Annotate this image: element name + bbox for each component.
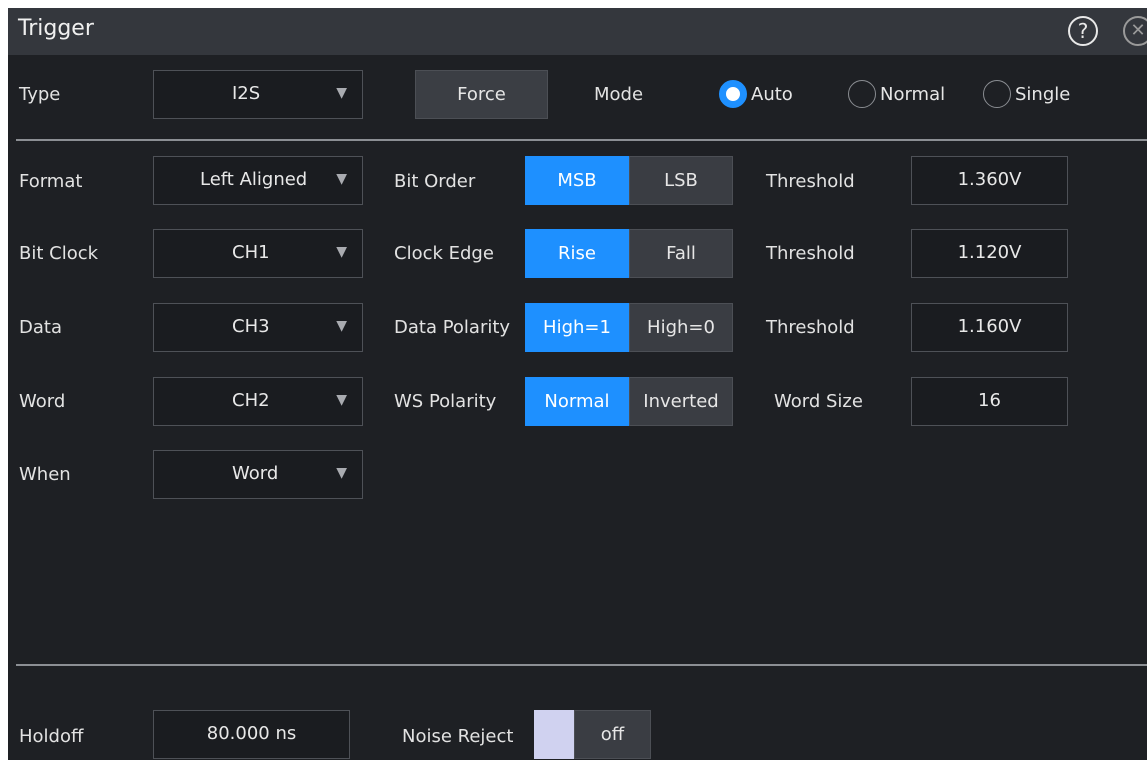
type-select[interactable]: I2S ▼	[153, 70, 363, 119]
radio-selected-icon	[719, 80, 747, 108]
mode-radio-auto[interactable]: Auto	[719, 80, 793, 108]
radio-unselected-icon	[848, 80, 876, 108]
mode-label: Mode	[594, 84, 644, 105]
trigger-dialog: Trigger ? ✕ Type I2S ▼ Force Mode Auto N…	[8, 8, 1147, 760]
divider	[16, 139, 1147, 141]
clock-edge-label: Clock Edge	[394, 243, 494, 264]
data-polarity-toggle: High=1 High=0	[525, 303, 733, 352]
word-label: Word	[19, 391, 66, 412]
dialog-title: Trigger	[18, 16, 94, 41]
threshold-input-2[interactable]: 1.120V	[911, 229, 1068, 278]
ws-polarity-normal[interactable]: Normal	[525, 377, 629, 426]
threshold-label: Threshold	[766, 317, 855, 338]
data-polarity-high0[interactable]: High=0	[629, 303, 733, 352]
dropdown-arrow-icon: ▼	[336, 318, 347, 334]
clock-edge-fall[interactable]: Fall	[629, 229, 733, 278]
format-select[interactable]: Left Aligned ▼	[153, 156, 363, 205]
clock-edge-rise[interactable]: Rise	[525, 229, 629, 278]
type-value: I2S	[232, 83, 261, 104]
data-polarity-high1[interactable]: High=1	[525, 303, 629, 352]
type-label: Type	[19, 84, 61, 105]
when-select[interactable]: Word ▼	[153, 450, 363, 499]
ws-polarity-label: WS Polarity	[394, 391, 497, 412]
data-polarity-label: Data Polarity	[394, 317, 511, 338]
word-size-input[interactable]: 16	[911, 377, 1068, 426]
dropdown-arrow-icon: ▼	[336, 244, 347, 260]
bit-clock-select[interactable]: CH1 ▼	[153, 229, 363, 278]
holdoff-value: 80.000 ns	[206, 723, 297, 744]
word-size-label: Word Size	[774, 391, 863, 412]
bit-order-toggle: MSB LSB	[525, 156, 733, 205]
toggle-knob	[534, 710, 574, 759]
threshold-input-1[interactable]: 1.360V	[911, 156, 1068, 205]
bit-clock-label: Bit Clock	[19, 243, 99, 264]
threshold-value: 1.160V	[957, 316, 1022, 337]
bit-order-label: Bit Order	[394, 171, 476, 192]
data-label: Data	[19, 317, 62, 338]
holdoff-label: Holdoff	[19, 726, 84, 747]
help-icon[interactable]: ?	[1068, 16, 1098, 46]
threshold-label: Threshold	[766, 171, 855, 192]
data-select[interactable]: CH3 ▼	[153, 303, 363, 352]
mode-option-label: Auto	[751, 83, 793, 105]
radio-unselected-icon	[983, 80, 1011, 108]
force-button[interactable]: Force	[415, 70, 548, 119]
mode-option-label: Single	[1015, 83, 1071, 105]
title-bar: Trigger ? ✕	[8, 8, 1147, 55]
close-icon[interactable]: ✕	[1123, 16, 1147, 46]
bit-order-lsb[interactable]: LSB	[629, 156, 733, 205]
threshold-label: Threshold	[766, 243, 855, 264]
when-label: When	[19, 464, 71, 485]
clock-edge-toggle: Rise Fall	[525, 229, 733, 278]
dropdown-arrow-icon: ▼	[336, 392, 347, 408]
bit-clock-value: CH1	[232, 242, 270, 263]
noise-reject-label: Noise Reject	[402, 726, 514, 747]
ws-polarity-inverted[interactable]: Inverted	[629, 377, 733, 426]
when-value: Word	[232, 463, 279, 484]
dropdown-arrow-icon: ▼	[336, 85, 347, 101]
threshold-input-3[interactable]: 1.160V	[911, 303, 1068, 352]
noise-reject-state: off	[574, 710, 651, 759]
mode-radio-single[interactable]: Single	[983, 80, 1070, 108]
bit-order-msb[interactable]: MSB	[525, 156, 629, 205]
data-value: CH3	[232, 316, 270, 337]
word-size-value: 16	[978, 390, 1001, 411]
holdoff-input[interactable]: 80.000 ns	[153, 710, 350, 759]
mode-option-label: Normal	[880, 83, 946, 105]
format-label: Format	[19, 171, 83, 192]
ws-polarity-toggle: Normal Inverted	[525, 377, 733, 426]
threshold-value: 1.360V	[957, 169, 1022, 190]
mode-radio-normal[interactable]: Normal	[848, 80, 945, 108]
dropdown-arrow-icon: ▼	[336, 465, 347, 481]
word-select[interactable]: CH2 ▼	[153, 377, 363, 426]
dropdown-arrow-icon: ▼	[336, 171, 347, 187]
word-value: CH2	[232, 390, 270, 411]
noise-reject-toggle[interactable]: off	[534, 710, 651, 759]
format-value: Left Aligned	[200, 169, 308, 190]
divider	[16, 664, 1147, 666]
threshold-value: 1.120V	[957, 242, 1022, 263]
